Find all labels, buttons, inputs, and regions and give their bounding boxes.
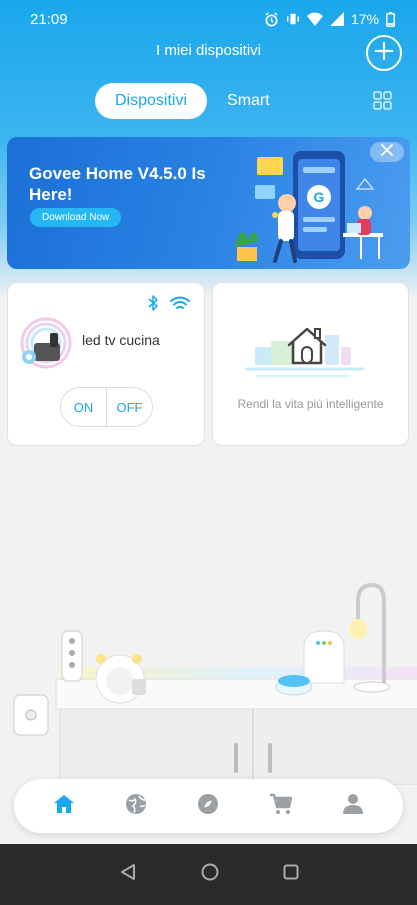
bluetooth-icon [148,295,158,316]
page-title: I miei dispositivi [155,42,262,59]
bottom-nav [14,779,403,833]
status-bar: 21:09 17% [0,0,417,38]
smart-home-illustration [245,327,365,378]
grid-view-icon[interactable] [373,91,392,115]
vibrate-icon [286,12,300,26]
nav-shop[interactable] [261,786,301,826]
tab-dispositivi[interactable]: Dispositivi [95,83,208,119]
add-device-button[interactable] [366,35,402,71]
power-off-button[interactable]: OFF [106,388,152,426]
nav-profile[interactable] [333,786,373,826]
home-circle-icon[interactable] [201,863,219,886]
plus-icon [374,41,394,65]
power-on-button[interactable]: ON [61,388,106,426]
banner-close-button[interactable] [370,142,404,162]
nav-explore[interactable] [116,786,156,826]
wifi-status-icon [306,12,323,26]
battery-icon [386,11,395,27]
device-card[interactable]: led tv cucina ON OFF [7,282,205,446]
led-strip-device-icon [20,317,72,369]
back-icon[interactable] [119,863,137,886]
signal-icon [329,12,344,26]
compass-icon [197,793,219,820]
add-device-card[interactable]: Rendi la vita più intelligente [212,282,409,446]
promo-banner[interactable]: Govee Home V4.5.0 Is Here! Download Now … [7,137,410,269]
banner-title: Govee Home V4.5.0 Is Here! [29,164,206,204]
add-device-hint: Rendi la vita più intelligente [237,397,384,411]
status-time: 21:09 [30,10,68,28]
banner-illustration: G [235,151,383,263]
profile-icon [342,793,363,820]
globe-icon [125,793,147,820]
close-icon [381,143,393,161]
tab-smart[interactable]: Smart [207,83,290,119]
device-name: led tv cucina [82,332,160,348]
svg-text:G: G [314,189,325,205]
home-icon [53,794,75,819]
nav-home[interactable] [44,786,84,826]
nav-discover[interactable] [188,786,228,826]
smart-home-room-illustration [13,582,417,785]
wifi-icon [170,296,190,316]
tab-bar: Dispositivi Smart [95,83,290,119]
alarm-icon [264,11,279,27]
battery-percent: 17% [350,11,379,27]
cart-icon [269,793,293,820]
download-now-button[interactable]: Download Now [30,208,122,227]
system-nav-bar [0,844,417,905]
power-toggle: ON OFF [60,387,153,427]
recents-icon[interactable] [283,864,299,885]
